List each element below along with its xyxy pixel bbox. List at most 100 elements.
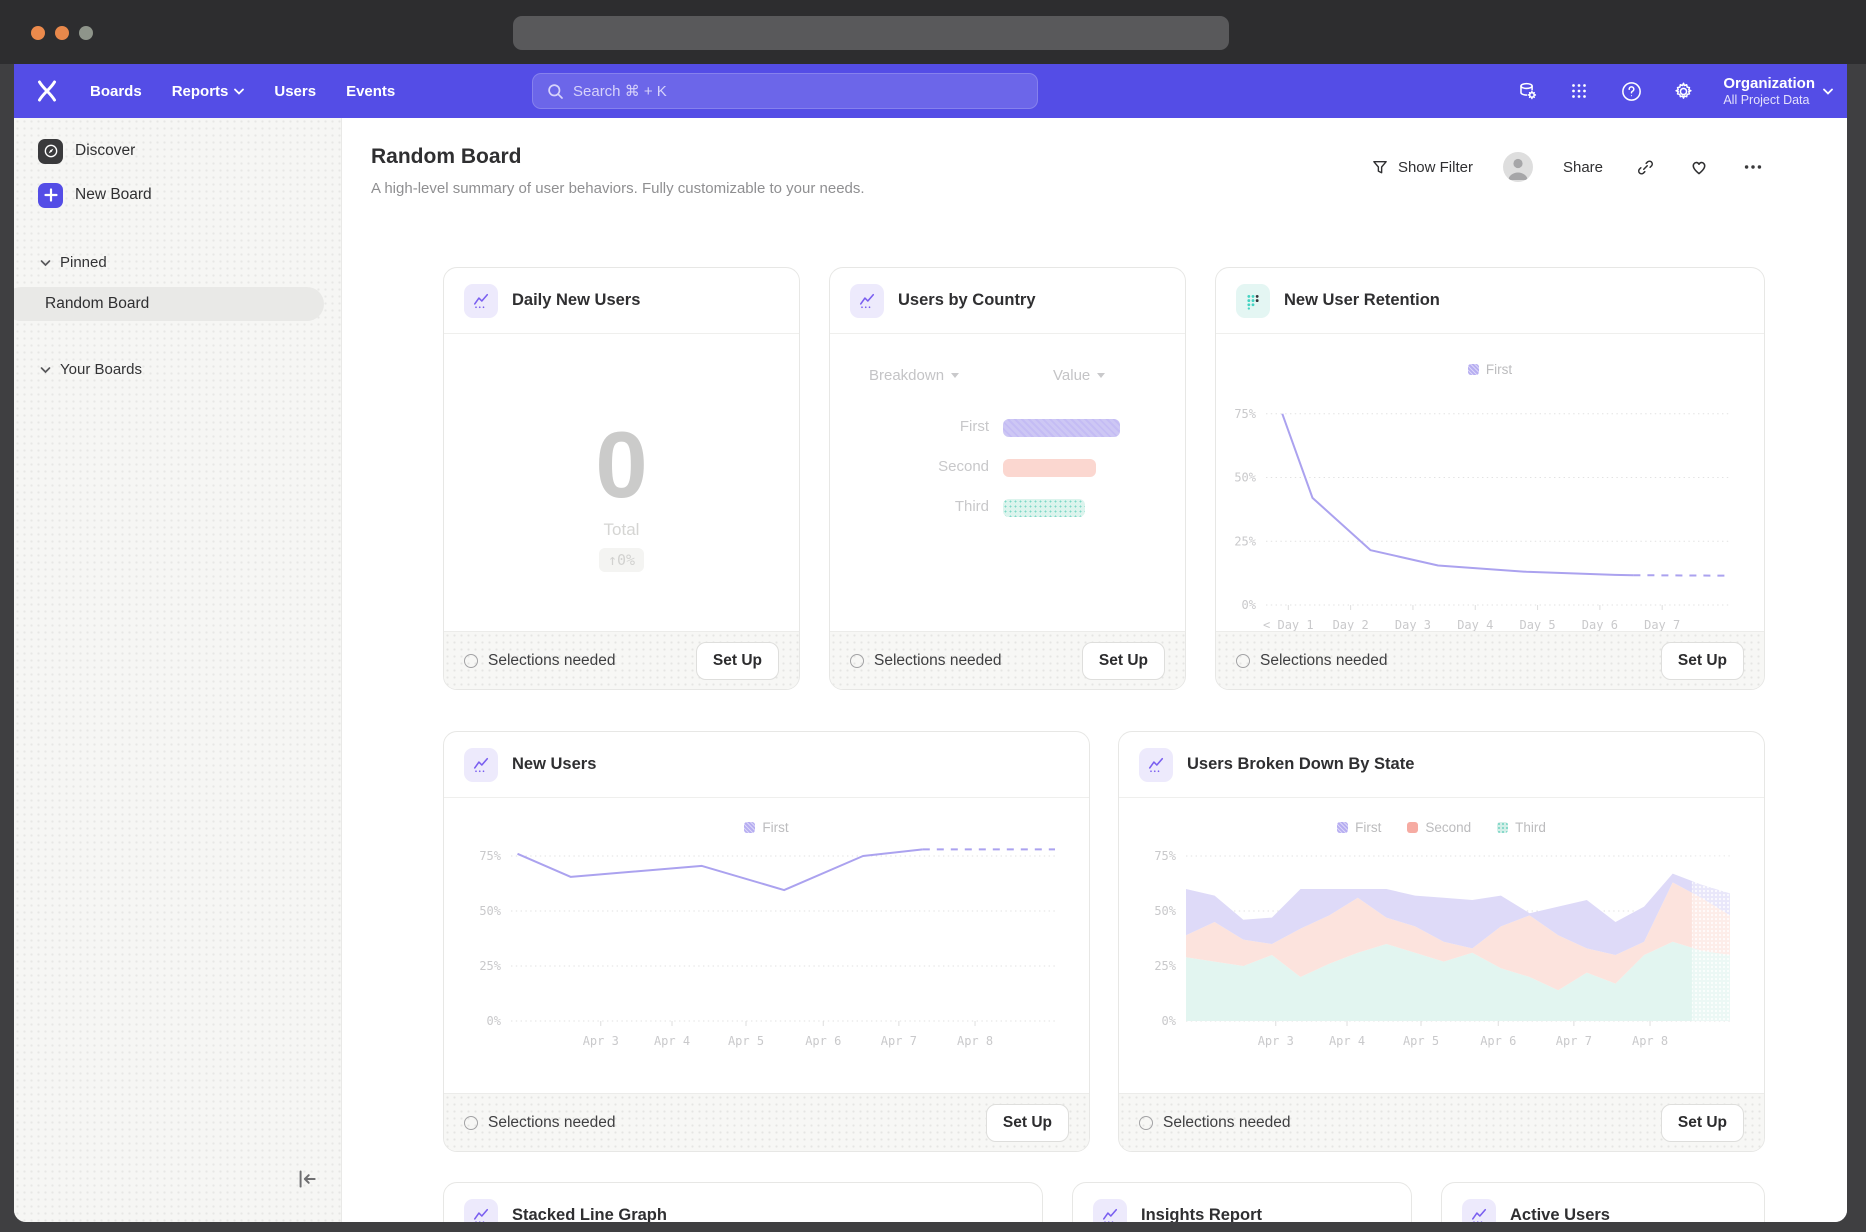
set-up-button[interactable]: Set Up [1661, 1104, 1744, 1142]
svg-text:Apr 4: Apr 4 [1329, 1034, 1365, 1048]
legend-swatch [1468, 364, 1479, 375]
avatar[interactable] [1503, 152, 1533, 182]
window-titlebar [0, 0, 1866, 64]
line-chart-icon [1093, 1199, 1127, 1223]
bar-row: Second [830, 459, 1185, 477]
show-filter-button[interactable]: Show Filter [1371, 158, 1473, 176]
svg-text:25%: 25% [479, 959, 501, 973]
svg-text:Apr 7: Apr 7 [881, 1034, 917, 1048]
sidebar-section-pinned[interactable]: Pinned [14, 254, 341, 271]
svg-text:Apr 3: Apr 3 [1258, 1034, 1294, 1048]
more-options-icon[interactable] [1741, 155, 1765, 179]
set-up-button[interactable]: Set Up [1661, 642, 1744, 680]
bar-label: Second [938, 458, 989, 475]
org-switcher[interactable]: Organization All Project Data [1723, 75, 1833, 108]
legend-swatch [1337, 822, 1348, 833]
svg-text:50%: 50% [1154, 904, 1176, 918]
nav-item-label: Boards [90, 83, 142, 100]
svg-text:25%: 25% [1234, 534, 1256, 548]
card-title: Daily New Users [512, 291, 640, 310]
legend-label: First [1486, 362, 1512, 377]
show-filter-label: Show Filter [1398, 159, 1473, 176]
nav-item-users[interactable]: Users [274, 83, 316, 100]
zoom-window-button[interactable] [79, 26, 93, 40]
funnel-icon [1371, 158, 1389, 176]
global-search-input[interactable]: Search ⌘ + K [532, 73, 1038, 109]
legend-item: Third [1497, 820, 1546, 835]
sidebar-section-your-boards[interactable]: Your Boards [14, 361, 341, 378]
status-text: Selections needed [1163, 1114, 1291, 1132]
browser-content: Boards Reports Users Events Search ⌘ + K [14, 64, 1847, 1222]
card-users-by-country: Users by Country Breakdown Value First S… [829, 267, 1186, 690]
bar-label: First [960, 418, 989, 435]
card-title: Stacked Line Graph [512, 1206, 667, 1222]
svg-text:Apr 5: Apr 5 [728, 1034, 764, 1048]
sidebar-item-label: Random Board [45, 295, 149, 313]
value-dropdown[interactable]: Value [1053, 367, 1105, 384]
bar-row: Third [830, 499, 1185, 517]
legend-label: First [762, 820, 788, 835]
sidebar-item-discover[interactable]: Discover [14, 136, 341, 166]
share-label: Share [1563, 159, 1603, 176]
card-title: Users by Country [898, 291, 1036, 310]
favorite-heart-icon[interactable] [1687, 155, 1711, 179]
nav-item-reports[interactable]: Reports [172, 83, 245, 100]
minimize-window-button[interactable] [55, 26, 69, 40]
page-title: Random Board [371, 145, 522, 169]
sidebar-item-new-board[interactable]: New Board [14, 180, 341, 210]
status-circle-icon [1236, 654, 1250, 668]
share-button[interactable]: Share [1563, 159, 1603, 176]
copy-link-icon[interactable] [1633, 155, 1657, 179]
svg-text:0%: 0% [1162, 1014, 1177, 1028]
card-stacked-line-graph: Stacked Line Graph [443, 1182, 1043, 1222]
status-circle-icon [464, 1116, 478, 1130]
status-circle-icon [464, 654, 478, 668]
legend-item: Second [1407, 820, 1471, 835]
status-text: Selections needed [1260, 652, 1388, 670]
nav-item-boards[interactable]: Boards [90, 83, 142, 100]
board-main: Random Board A high-level summary of use… [342, 118, 1847, 1222]
sidebar-item-random-board[interactable]: Random Board [14, 287, 324, 321]
card-new-users: New Users First 75%50%25%0%Apr 3Apr 4Apr… [443, 731, 1090, 1152]
set-up-button[interactable]: Set Up [1082, 642, 1165, 680]
card-footer: Selections needed Set Up [444, 631, 799, 689]
dropdown-label: Breakdown [869, 367, 944, 384]
bar-row: First [830, 419, 1185, 437]
mixpanel-logo-icon[interactable] [34, 78, 60, 104]
card-footer: Selections needed Set Up [830, 631, 1185, 689]
chevron-down-icon [234, 88, 244, 95]
svg-text:25%: 25% [1154, 959, 1176, 973]
set-up-button[interactable]: Set Up [986, 1104, 1069, 1142]
close-window-button[interactable] [31, 26, 45, 40]
compass-icon [38, 139, 63, 164]
settings-gear-icon[interactable] [1671, 79, 1695, 103]
legend-swatch [1407, 822, 1418, 833]
chevron-down-icon [40, 259, 51, 267]
card-active-users: Active Users [1441, 1182, 1765, 1222]
line-chart-icon [1139, 748, 1173, 782]
search-placeholder: Search ⌘ + K [573, 82, 667, 100]
breakdown-dropdown[interactable]: Breakdown [869, 367, 959, 384]
sidebar-item-label: Discover [75, 142, 135, 160]
svg-text:Apr 6: Apr 6 [805, 1034, 841, 1048]
nav-item-events[interactable]: Events [346, 83, 395, 100]
status-text: Selections needed [488, 652, 616, 670]
bar-second [1003, 459, 1096, 477]
section-label: Your Boards [60, 361, 142, 378]
svg-text:75%: 75% [1234, 407, 1256, 421]
nav-item-label: Reports [172, 83, 229, 100]
help-icon[interactable] [1619, 79, 1643, 103]
sidebar-collapse-button[interactable] [293, 1166, 319, 1192]
new-users-chart: 75%50%25%0%Apr 3Apr 4Apr 5Apr 6Apr 7Apr … [444, 842, 1089, 1095]
card-insights-report: Insights Report [1072, 1182, 1412, 1222]
legend-label: Second [1425, 820, 1471, 835]
set-up-button[interactable]: Set Up [696, 642, 779, 680]
address-bar[interactable] [513, 16, 1229, 50]
data-management-icon[interactable] [1515, 79, 1539, 103]
retention-chart: 75%50%25%0%< Day 1Day 2Day 3Day 4Day 5Da… [1216, 380, 1764, 634]
svg-text:50%: 50% [1234, 471, 1256, 485]
status-text: Selections needed [874, 652, 1002, 670]
metric-value: 0 [444, 418, 799, 512]
apps-grid-icon[interactable] [1567, 79, 1591, 103]
card-users-by-state: Users Broken Down By State First Second … [1118, 731, 1765, 1152]
